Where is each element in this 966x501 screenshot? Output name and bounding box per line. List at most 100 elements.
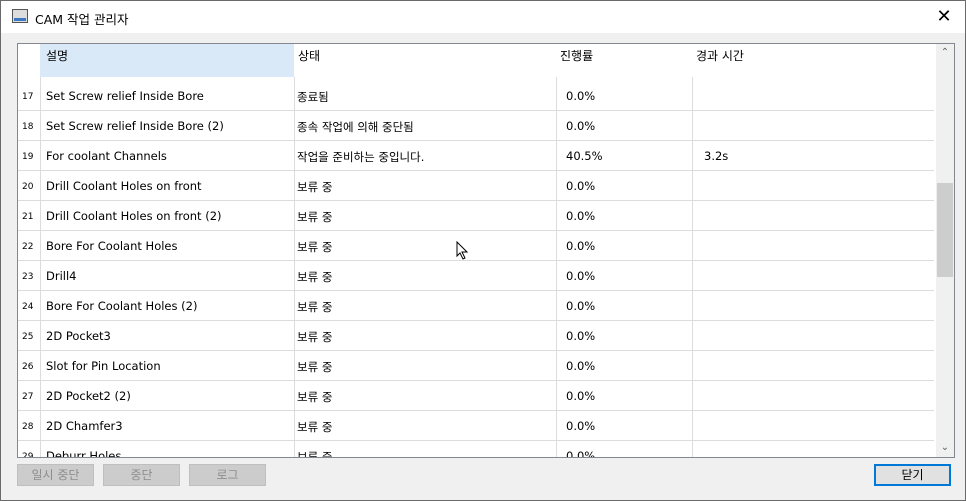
row-status: 보류 중: [297, 390, 333, 404]
row-number: 28: [22, 422, 34, 432]
row-progress: 0.0%: [566, 419, 596, 433]
column-divider: [692, 441, 693, 457]
column-divider: [40, 411, 41, 440]
row-progress: 0.0%: [566, 269, 596, 283]
scroll-up-icon[interactable]: ⌃: [936, 44, 954, 62]
table-row[interactable]: 25 2D Pocket3 보류 중 0.0%: [18, 321, 934, 351]
column-divider: [294, 141, 295, 170]
row-number: 29: [22, 452, 34, 458]
table-row[interactable]: 26 Slot for Pin Location 보류 중 0.0%: [18, 351, 934, 381]
column-divider: [556, 261, 557, 290]
column-divider: [294, 291, 295, 320]
row-status: 종료됨: [297, 90, 329, 104]
scroll-down-icon[interactable]: ⌄: [936, 439, 954, 457]
column-divider: [692, 411, 693, 440]
header-elapsed[interactable]: 경과 시간: [692, 44, 892, 77]
column-divider: [294, 171, 295, 200]
row-description: 2D Pocket2 (2): [46, 389, 131, 403]
close-button[interactable]: 닫기: [874, 464, 951, 486]
column-divider: [556, 441, 557, 457]
window-title: CAM 작업 관리자: [35, 12, 129, 27]
row-number: 21: [22, 212, 34, 222]
column-divider: [556, 77, 557, 110]
row-progress: 0.0%: [566, 359, 596, 373]
row-progress: 0.0%: [566, 179, 596, 193]
row-number: 26: [22, 362, 34, 372]
column-divider: [40, 231, 41, 260]
row-status: 보류 중: [297, 240, 333, 254]
header-description[interactable]: 설명: [40, 44, 294, 77]
row-description: Drill4: [46, 269, 77, 283]
row-status: 보류 중: [297, 360, 333, 374]
row-description: Slot for Pin Location: [46, 359, 161, 373]
column-divider: [692, 291, 693, 320]
column-divider: [294, 261, 295, 290]
column-divider: [556, 321, 557, 350]
column-divider: [556, 381, 557, 410]
row-progress: 40.5%: [566, 149, 603, 163]
column-divider: [556, 351, 557, 380]
row-status: 보류 중: [297, 270, 333, 284]
row-number: 27: [22, 392, 34, 402]
row-status: 보류 중: [297, 450, 333, 458]
row-progress: 0.0%: [566, 389, 596, 403]
row-description: Bore For Coolant Holes (2): [46, 299, 198, 313]
column-divider: [692, 321, 693, 350]
header-progress[interactable]: 진행률: [556, 44, 692, 77]
column-divider: [294, 77, 295, 110]
column-divider: [692, 111, 693, 140]
stop-button[interactable]: 중단: [103, 464, 180, 486]
scrollbar-thumb[interactable]: [937, 183, 953, 277]
row-progress: 0.0%: [566, 329, 596, 343]
pause-button[interactable]: 일시 중단: [17, 464, 94, 486]
row-description: 2D Chamfer3: [46, 419, 123, 433]
row-status: 작업을 준비하는 중입니다.: [297, 150, 425, 164]
table-row[interactable]: 19 For coolant Channels 작업을 준비하는 중입니다. 40.5…: [18, 141, 934, 171]
row-description: For coolant Channels: [46, 149, 167, 163]
row-description: Drill Coolant Holes on front: [46, 179, 202, 193]
header-status[interactable]: 상태: [294, 44, 556, 77]
column-divider: [556, 171, 557, 200]
row-number: 18: [22, 122, 34, 132]
column-divider: [40, 77, 41, 110]
row-number: 25: [22, 332, 34, 342]
column-divider: [556, 411, 557, 440]
table-row[interactable]: 23 Drill4 보류 중 0.0%: [18, 261, 934, 291]
log-button[interactable]: 로그: [189, 464, 266, 486]
table-row[interactable]: 20 Drill Coolant Holes on front 보류 중 0.0%: [18, 171, 934, 201]
row-progress: 0.0%: [566, 449, 596, 458]
column-divider: [692, 381, 693, 410]
column-divider: [294, 411, 295, 440]
column-divider: [556, 201, 557, 230]
column-divider: [692, 201, 693, 230]
column-divider: [294, 441, 295, 457]
column-divider: [294, 231, 295, 260]
row-number: 24: [22, 302, 34, 312]
table-row[interactable]: 22 Bore For Coolant Holes 보류 중 0.0%: [18, 231, 934, 261]
row-number: 22: [22, 242, 34, 252]
close-icon[interactable]: ✕: [929, 4, 959, 30]
app-icon: [12, 9, 28, 23]
row-description: Set Screw relief Inside Bore: [46, 89, 204, 103]
column-divider: [294, 321, 295, 350]
column-divider: [692, 141, 693, 170]
vertical-scrollbar[interactable]: ⌃ ⌄: [936, 44, 954, 457]
table-row[interactable]: 18 Set Screw relief Inside Bore (2) 종속 작업에…: [18, 111, 934, 141]
table-row[interactable]: 29 Deburr Holes 보류 중 0.0%: [18, 441, 934, 458]
row-elapsed: 3.2s: [704, 149, 729, 163]
column-divider: [40, 111, 41, 140]
column-divider: [692, 351, 693, 380]
row-number: 20: [22, 182, 34, 192]
title-bar: CAM 작업 관리자 ✕: [1, 1, 965, 33]
column-divider: [40, 141, 41, 170]
table-row[interactable]: 24 Bore For Coolant Holes (2) 보류 중 0.0%: [18, 291, 934, 321]
column-divider: [294, 111, 295, 140]
column-divider: [294, 201, 295, 230]
column-divider: [40, 321, 41, 350]
table-row[interactable]: 17 Set Screw relief Inside Bore 종료됨 0.0%: [18, 77, 934, 111]
header-num: [18, 44, 40, 77]
table-row[interactable]: 21 Drill Coolant Holes on front (2) 보류 중 0.…: [18, 201, 934, 231]
table-row[interactable]: 28 2D Chamfer3 보류 중 0.0%: [18, 411, 934, 441]
table-row[interactable]: 27 2D Pocket2 (2) 보류 중 0.0%: [18, 381, 934, 411]
row-status: 보류 중: [297, 420, 333, 434]
